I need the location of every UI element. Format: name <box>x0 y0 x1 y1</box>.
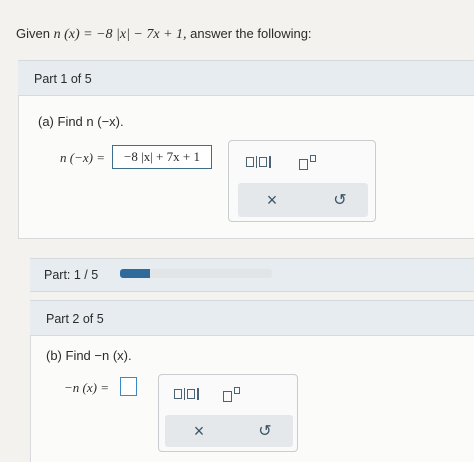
exponent-icon[interactable] <box>217 383 245 403</box>
given-suffix: answer the following: <box>186 26 312 41</box>
clear-button[interactable]: × <box>260 189 284 211</box>
part1-answer-input[interactable]: −8 |x| + 7x + 1 <box>112 145 212 169</box>
part1-answer-lhs: n (−x) = <box>60 150 105 165</box>
toolbox-action-row: × ↺ <box>238 183 368 217</box>
part2-answer-input[interactable] <box>120 377 137 396</box>
clear-button[interactable]: × <box>187 420 211 442</box>
part1-header: Part 1 of 5 <box>18 60 474 96</box>
problem-statement: Given n (x) = −8 |x| − 7x + 1, answer th… <box>16 26 312 43</box>
given-formula: n (x) = −8 |x| − 7x + 1, <box>53 27 187 42</box>
fraction-abs-icon[interactable] <box>241 153 275 171</box>
toolbox-action-row: × ↺ <box>165 415 293 447</box>
undo-button[interactable]: ↺ <box>253 420 277 442</box>
part1-label: Part 1 of 5 <box>34 72 92 86</box>
part2-answer-lhs: −n (x) = <box>64 380 109 395</box>
part2-question: (b) Find −n (x). <box>46 348 132 363</box>
part2-math-toolbox: × ↺ <box>158 374 298 452</box>
progress-section: Part: 1 / 5 <box>30 258 474 292</box>
part2-header: Part 2 of 5 <box>30 300 474 336</box>
undo-button[interactable]: ↺ <box>328 189 352 211</box>
part1-math-toolbox: × ↺ <box>228 140 376 222</box>
part1-question: (a) Find n (−x). <box>38 114 124 129</box>
exponent-icon[interactable] <box>293 151 321 171</box>
progress-label-text: Part: 1 / 5 <box>44 268 99 282</box>
fraction-abs-icon[interactable] <box>169 385 203 403</box>
progress-label: Part: 1 / 5 <box>44 268 98 282</box>
progress-bar <box>120 269 272 278</box>
given-prefix: Given <box>16 26 54 41</box>
part2-label: Part 2 of 5 <box>46 312 104 326</box>
progress-fill <box>120 269 151 278</box>
